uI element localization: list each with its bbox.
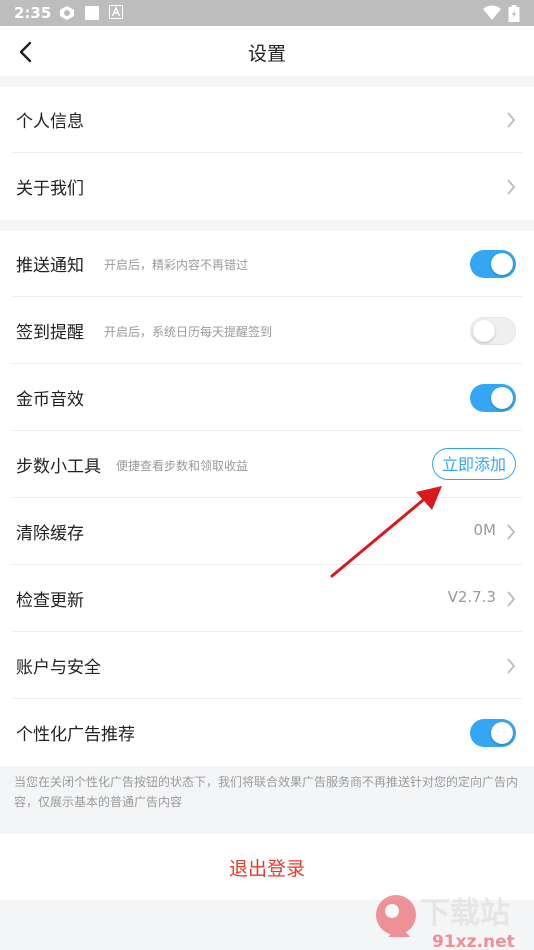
row-label: 关于我们 [16, 179, 84, 199]
section-account-info: 个人信息 关于我们 [0, 87, 534, 220]
divider [12, 698, 522, 699]
toggle-knob [473, 320, 495, 342]
row-about-us[interactable]: 关于我们 [0, 154, 534, 220]
coin-sound-toggle[interactable] [470, 384, 516, 412]
row-account-security[interactable]: 账户与安全 [0, 633, 534, 699]
row-label: 清除缓存 [16, 524, 84, 544]
page-title: 设置 [247, 43, 286, 65]
toggle-knob [491, 253, 513, 275]
a-icon [109, 5, 123, 19]
row-clear-cache[interactable]: 清除缓存 0M [0, 499, 534, 565]
status-time: 2:35 [14, 4, 52, 22]
watermark-title: 下载站 [420, 896, 510, 931]
chevron-right-icon [507, 112, 516, 128]
row-label: 个性化广告推荐 [16, 725, 135, 745]
row-label: 金币音效 [16, 390, 84, 410]
battery-icon [508, 5, 520, 22]
nav-header: 设置 [0, 26, 534, 76]
row-personalized-ads: 个性化广告推荐 [0, 700, 534, 766]
shield-icon [60, 6, 74, 20]
row-label: 检查更新 [16, 591, 84, 611]
section-settings: 推送通知 开启后，精彩内容不再错过 签到提醒 开启后，系统日历每天提醒签到 金币… [0, 231, 534, 766]
row-push-notification: 推送通知 开启后，精彩内容不再错过 [0, 231, 534, 297]
chevron-right-icon [507, 658, 516, 674]
checkin-reminder-toggle[interactable] [470, 317, 516, 345]
row-step-widget: 步数小工具 便捷查看步数和领取收益 立即添加 [0, 432, 534, 498]
divider [12, 152, 522, 153]
chevron-right-icon [507, 591, 516, 607]
wifi-icon [483, 5, 501, 20]
annotation-arrow-icon [330, 486, 442, 578]
watermark-logo-icon: 下载站 91xz.net [376, 895, 515, 950]
divider [12, 363, 522, 364]
toggle-knob [491, 387, 513, 409]
chevron-right-icon [507, 179, 516, 195]
row-checkin-reminder: 签到提醒 开启后，系统日历每天提醒签到 [0, 298, 534, 364]
row-label: 推送通知 [16, 256, 84, 276]
row-label: 个人信息 [16, 112, 84, 132]
row-coin-sound: 金币音效 [0, 365, 534, 431]
square-icon [85, 6, 99, 20]
push-notification-toggle[interactable] [470, 250, 516, 278]
row-subtitle: 开启后，系统日历每天提醒签到 [104, 325, 273, 339]
toggle-knob [491, 722, 513, 744]
row-label: 步数小工具 [16, 457, 101, 477]
divider [12, 296, 522, 297]
cache-size: 0M [473, 521, 497, 539]
status-bar: 2:35 [0, 0, 534, 26]
watermark-url: 91xz.net [432, 932, 515, 950]
app-version: V2.7.3 [447, 588, 496, 606]
logout-button[interactable]: 退出登录 [0, 854, 534, 881]
personalized-ads-toggle[interactable] [470, 719, 516, 747]
row-personal-info[interactable]: 个人信息 [0, 87, 534, 153]
ads-disclaimer-text: 当您在关闭个性化广告按钮的状态下，我们将联合效果广告服务商不再推送针对您的定向广… [14, 775, 519, 809]
divider [12, 631, 522, 632]
row-label: 账户与安全 [16, 658, 101, 678]
divider [12, 430, 522, 431]
row-label: 签到提醒 [16, 323, 84, 343]
row-check-update[interactable]: 检查更新 V2.7.3 [0, 566, 534, 632]
row-subtitle: 便捷查看步数和领取收益 [116, 459, 249, 473]
row-subtitle: 开启后，精彩内容不再错过 [104, 258, 249, 272]
add-widget-button[interactable]: 立即添加 [432, 448, 516, 480]
chevron-right-icon [507, 524, 516, 540]
